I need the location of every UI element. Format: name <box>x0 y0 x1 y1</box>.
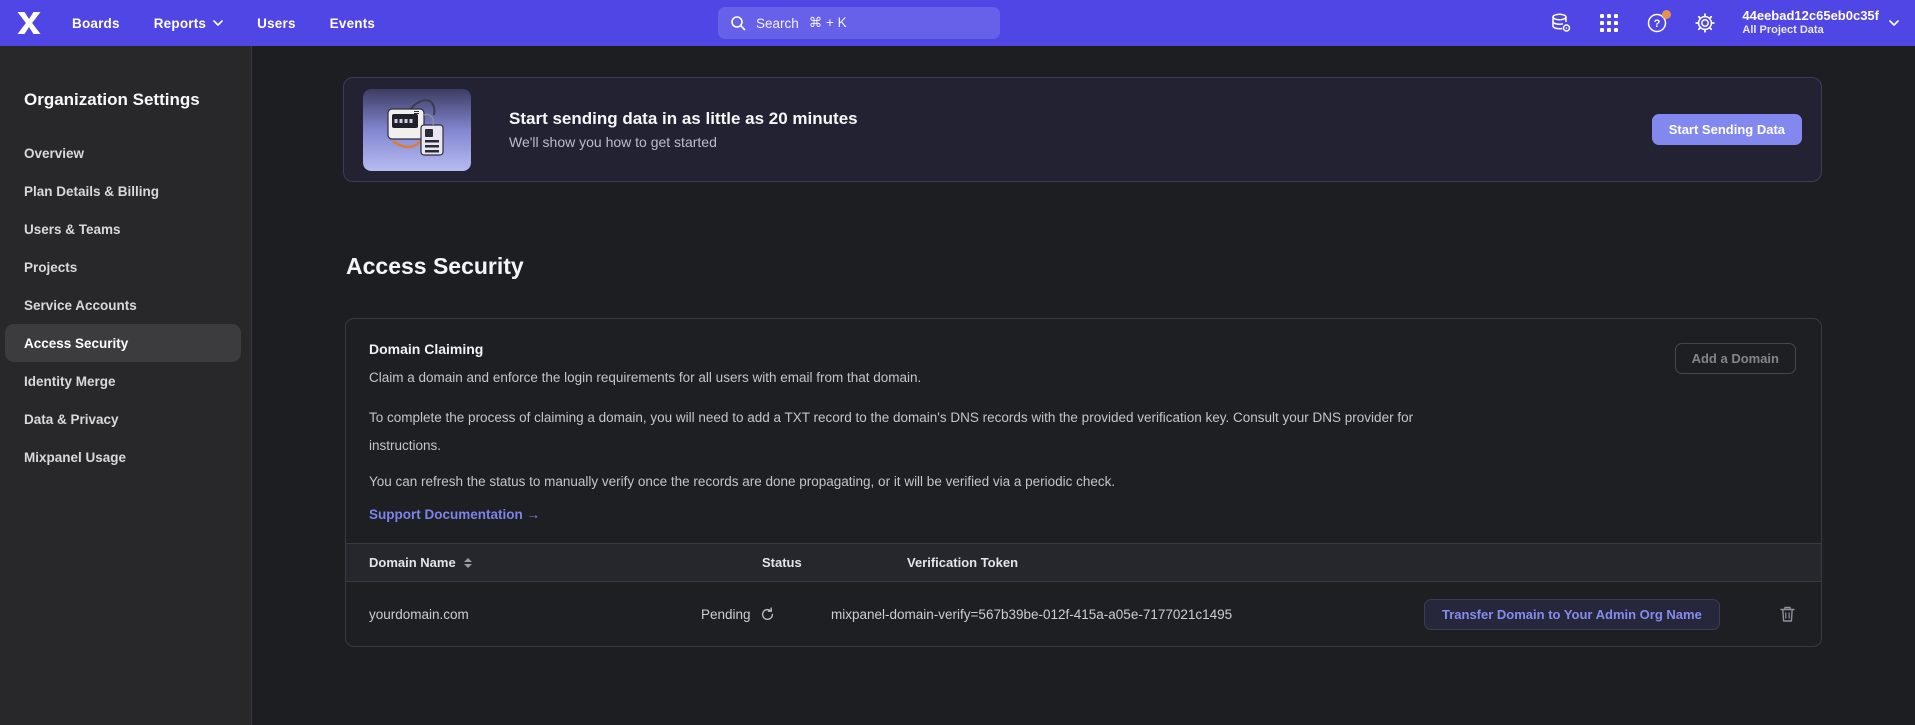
banner-texts: Start sending data in as little as 20 mi… <box>509 109 858 150</box>
search-input[interactable]: Search ⌘ + K <box>718 7 1000 39</box>
nav-item-label: Events <box>330 16 375 31</box>
banner-title: Start sending data in as little as 20 mi… <box>509 109 858 129</box>
status-cell: Pending <box>687 607 831 622</box>
sidebar-item-label: Access Security <box>24 336 128 351</box>
sort-icon <box>464 558 472 568</box>
main-content: Start sending data in as little as 20 mi… <box>252 46 1915 725</box>
banner-subtitle: We'll show you how to get started <box>509 134 858 150</box>
page-title: Access Security <box>346 253 524 280</box>
row-actions: Transfer Domain to Your Admin Org Name <box>1411 599 1821 630</box>
org-id: 44eebad12c65eb0c35f <box>1742 8 1879 24</box>
status-badge: Pending <box>701 607 751 622</box>
column-label: Domain Name <box>369 555 456 570</box>
mixpanel-logo-icon[interactable] <box>16 11 42 35</box>
support-documentation-link[interactable]: Support Documentation → <box>369 507 540 522</box>
sidebar-item-service-accounts[interactable]: Service Accounts <box>5 286 241 324</box>
domain-claiming-card: Domain Claiming Add a Domain Claim a dom… <box>345 318 1822 647</box>
sidebar-item-plan-details-billing[interactable]: Plan Details & Billing <box>5 172 241 210</box>
column-header-domain-name[interactable]: Domain Name <box>346 555 687 570</box>
nav-links: Boards Reports Users Events <box>72 16 375 31</box>
sidebar-item-overview[interactable]: Overview <box>5 134 241 172</box>
svg-text:?: ? <box>1654 18 1661 30</box>
nav-item-label: Boards <box>72 16 120 31</box>
nav-item-label: Reports <box>154 16 206 31</box>
start-sending-data-button[interactable]: Start Sending Data <box>1652 114 1802 145</box>
search-shortcut: ⌘ + K <box>809 15 847 31</box>
nav-item-users[interactable]: Users <box>257 16 296 31</box>
nav-item-events[interactable]: Events <box>330 16 375 31</box>
nav-item-label: Users <box>257 16 296 31</box>
delete-domain-icon[interactable] <box>1779 605 1796 623</box>
add-domain-button[interactable]: Add a Domain <box>1675 343 1796 374</box>
column-label: Verification Token <box>907 555 1018 570</box>
sidebar-item-label: Service Accounts <box>24 298 137 313</box>
settings-gear-icon[interactable] <box>1694 12 1716 34</box>
domain-name-cell: yourdomain.com <box>346 607 687 622</box>
account-texts: 44eebad12c65eb0c35f All Project Data <box>1742 8 1879 38</box>
nav-item-boards[interactable]: Boards <box>72 16 120 31</box>
column-label: Status <box>762 555 802 570</box>
settings-sidebar: Organization Settings Overview Plan Deta… <box>0 46 252 725</box>
table-header: Domain Name Status Verification Token <box>346 543 1821 582</box>
sidebar-item-label: Mixpanel Usage <box>24 450 126 465</box>
sidebar-item-data-privacy[interactable]: Data & Privacy <box>5 400 241 438</box>
card-paragraph: You can refresh the status to manually v… <box>369 472 1429 492</box>
sidebar-item-users-teams[interactable]: Users & Teams <box>5 210 241 248</box>
column-header-status: Status <box>687 555 831 570</box>
verification-token-cell: mixpanel-domain-verify=567b39be-012f-415… <box>831 607 1411 622</box>
chevron-down-icon <box>213 20 223 26</box>
notification-dot <box>1662 10 1671 19</box>
domains-table: Domain Name Status Verification Token yo… <box>346 543 1821 646</box>
nav-item-reports[interactable]: Reports <box>154 16 223 31</box>
apps-grid-icon[interactable] <box>1598 12 1620 34</box>
sidebar-item-label: Users & Teams <box>24 222 121 237</box>
top-nav: Boards Reports Users Events Search ⌘ + K <box>0 0 1915 46</box>
onboarding-banner: Start sending data in as little as 20 mi… <box>343 77 1822 182</box>
transfer-domain-button[interactable]: Transfer Domain to Your Admin Org Name <box>1424 599 1720 630</box>
sidebar-item-projects[interactable]: Projects <box>5 248 241 286</box>
sidebar-item-access-security[interactable]: Access Security <box>5 324 241 362</box>
refresh-status-icon[interactable] <box>760 607 775 622</box>
sidebar-item-label: Data & Privacy <box>24 412 119 427</box>
nav-right-cluster: ? 44eebad12c65eb0c35f All Project Data <box>1550 0 1899 46</box>
help-icon[interactable]: ? <box>1646 12 1668 34</box>
sidebar-item-label: Identity Merge <box>24 374 116 389</box>
sidebar-item-label: Overview <box>24 146 84 161</box>
search-placeholder: Search <box>756 16 799 31</box>
sidebar-title: Organization Settings <box>0 90 251 110</box>
sidebar-item-label: Plan Details & Billing <box>24 184 159 199</box>
sidebar-item-mixpanel-usage[interactable]: Mixpanel Usage <box>5 438 241 476</box>
card-paragraph: To complete the process of claiming a do… <box>369 404 1429 460</box>
card-heading: Domain Claiming <box>369 341 1798 357</box>
project-name: All Project Data <box>1742 24 1879 38</box>
data-management-icon[interactable] <box>1550 12 1572 34</box>
card-paragraph: Claim a domain and enforce the login req… <box>369 368 1429 388</box>
chevron-down-icon <box>1889 20 1899 26</box>
banner-illustration <box>363 89 471 171</box>
search-icon <box>730 15 746 31</box>
sidebar-item-identity-merge[interactable]: Identity Merge <box>5 362 241 400</box>
column-header-verification-token: Verification Token <box>831 555 1411 570</box>
sidebar-item-label: Projects <box>24 260 77 275</box>
account-switcher[interactable]: 44eebad12c65eb0c35f All Project Data <box>1742 8 1899 38</box>
table-row: yourdomain.com Pending mixpanel-domain-v… <box>346 582 1821 646</box>
